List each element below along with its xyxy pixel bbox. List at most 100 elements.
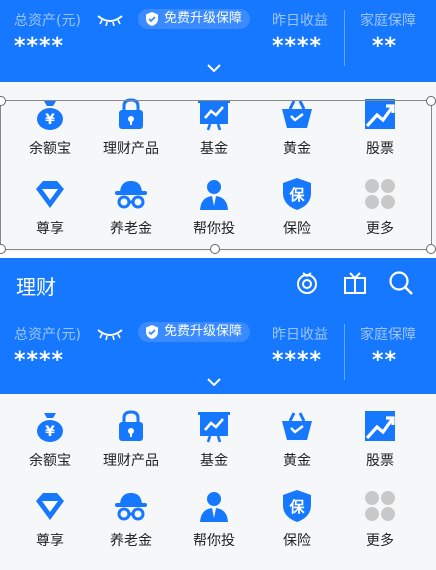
- gift-box-icon[interactable]: [342, 270, 368, 296]
- divider: [344, 324, 345, 380]
- summary-panel: 总资产(元) 免费升级保障 昨日收益 家庭保障 **** **** **: [0, 308, 436, 394]
- grid-item-label: 养老金: [110, 221, 152, 237]
- total-assets-value: ****: [14, 34, 65, 59]
- grid-item-label: 尊享: [36, 533, 64, 549]
- grid-item-hat-glasses[interactable]: 养老金: [89, 176, 173, 254]
- summary-panel-top: 总资产(元) 免费升级保障 昨日收益 家庭保障 **** **** **: [0, 0, 436, 82]
- grid-item-label: 理财产品: [103, 453, 159, 469]
- money-bag-icon: ¥: [8, 96, 92, 132]
- grid-item-label: 更多: [366, 533, 394, 549]
- grid-item-label: 基金: [200, 141, 228, 157]
- chart-board-icon: [172, 408, 256, 444]
- grid-item-chart-board[interactable]: 基金: [172, 408, 256, 486]
- advisor-person-icon: [172, 488, 256, 524]
- yesterday-income-label: 昨日收益: [272, 13, 328, 29]
- grid-item-label: 保险: [283, 533, 311, 549]
- family-protection-label: 家庭保障: [360, 327, 416, 343]
- yesterday-income-value: ****: [272, 34, 323, 59]
- more-dots-icon: [338, 176, 422, 212]
- grid-item-diamond[interactable]: 尊享: [8, 176, 92, 254]
- family-protection-label: 家庭保障: [360, 13, 416, 29]
- grid-item-label: 更多: [366, 221, 394, 237]
- grid-item-label: 余额宝: [29, 453, 71, 469]
- grid-item-trend-up[interactable]: 股票: [338, 408, 422, 486]
- lock-bag-icon: [89, 408, 173, 444]
- page-title: 理财: [16, 275, 56, 299]
- yesterday-income-value: ****: [272, 348, 323, 373]
- family-protection-value: **: [372, 34, 398, 59]
- grid-item-insurance-shield[interactable]: 保保险: [255, 176, 339, 254]
- shield-check-icon: [146, 325, 158, 339]
- grid-item-advisor-person[interactable]: 帮你投: [172, 488, 256, 566]
- selection-handle[interactable]: [426, 96, 436, 106]
- yesterday-income-label: 昨日收益: [272, 327, 328, 343]
- trend-up-icon: [338, 96, 422, 132]
- grid-item-label: 基金: [200, 453, 228, 469]
- svg-text:¥: ¥: [45, 112, 55, 128]
- grid-item-insurance-shield[interactable]: 保保险: [255, 488, 339, 566]
- hat-glasses-icon: [89, 488, 173, 524]
- grid-item-trend-up[interactable]: 股票: [338, 96, 422, 174]
- grid-item-advisor-person[interactable]: 帮你投: [172, 176, 256, 254]
- insurance-shield-icon: 保: [255, 176, 339, 212]
- grid-item-basket[interactable]: 黄金: [255, 96, 339, 174]
- grid-item-label: 养老金: [110, 533, 152, 549]
- function-grid-top: ¥ 余额宝 理财产品 基金 黄金 股票 尊享 养老金 帮你投保保险 更多: [0, 82, 436, 252]
- selection-handle[interactable]: [426, 244, 436, 254]
- grid-item-basket[interactable]: 黄金: [255, 408, 339, 486]
- grid-item-chart-board[interactable]: 基金: [172, 96, 256, 174]
- lock-bag-icon: [89, 96, 173, 132]
- total-assets-value: ****: [14, 348, 65, 373]
- advisor-person-icon: [172, 176, 256, 212]
- search-icon[interactable]: [388, 270, 414, 296]
- shield-check-icon: [146, 12, 158, 26]
- family-protection-value: **: [372, 348, 398, 373]
- upgrade-protection-label: 免费升级保障: [164, 11, 243, 26]
- svg-text:保: 保: [288, 186, 305, 204]
- hide-eye-icon[interactable]: [96, 326, 124, 340]
- grid-item-label: 黄金: [283, 141, 311, 157]
- hide-eye-icon[interactable]: [96, 12, 124, 26]
- divider: [344, 10, 345, 66]
- diamond-icon: [8, 488, 92, 524]
- chart-board-icon: [172, 96, 256, 132]
- grid-item-more-dots[interactable]: 更多: [338, 488, 422, 566]
- svg-text:¥: ¥: [45, 424, 55, 440]
- grid-item-label: 帮你投: [193, 533, 235, 549]
- app-header: 理财: [0, 258, 436, 308]
- upgrade-protection-badge[interactable]: 免费升级保障: [138, 9, 251, 29]
- grid-item-label: 股票: [366, 453, 394, 469]
- grid-item-label: 保险: [283, 221, 311, 237]
- grid-item-hat-glasses[interactable]: 养老金: [89, 488, 173, 566]
- grid-item-money-bag[interactable]: ¥ 余额宝: [8, 408, 92, 486]
- upgrade-protection-badge[interactable]: 免费升级保障: [138, 322, 251, 342]
- selection-handle[interactable]: [0, 244, 6, 254]
- trend-up-icon: [338, 408, 422, 444]
- grid-item-label: 尊享: [36, 221, 64, 237]
- money-bag-icon: ¥: [8, 408, 92, 444]
- grid-item-lock-bag[interactable]: 理财产品: [89, 96, 173, 174]
- hat-glasses-icon: [89, 176, 173, 212]
- grid-item-money-bag[interactable]: ¥ 余额宝: [8, 96, 92, 174]
- total-assets-label: 总资产(元): [14, 327, 81, 343]
- grid-item-label: 帮你投: [193, 221, 235, 237]
- grid-item-label: 理财产品: [103, 141, 159, 157]
- more-dots-icon: [338, 488, 422, 524]
- total-assets-label: 总资产(元): [14, 13, 81, 29]
- chevron-down-icon[interactable]: [207, 64, 221, 72]
- function-grid: ¥ 余额宝 理财产品 基金 黄金 股票 尊享 养老金 帮你投保保险 更多: [0, 394, 436, 570]
- basket-icon: [255, 96, 339, 132]
- grid-item-label: 余额宝: [29, 141, 71, 157]
- insurance-shield-icon: 保: [255, 488, 339, 524]
- chevron-down-icon[interactable]: [207, 378, 221, 386]
- selection-handle[interactable]: [210, 244, 220, 254]
- grid-item-label: 黄金: [283, 453, 311, 469]
- reward-medal-icon[interactable]: [294, 270, 320, 296]
- grid-item-diamond[interactable]: 尊享: [8, 488, 92, 566]
- grid-item-label: 股票: [366, 141, 394, 157]
- upgrade-protection-label: 免费升级保障: [164, 324, 243, 339]
- grid-item-lock-bag[interactable]: 理财产品: [89, 408, 173, 486]
- svg-text:保: 保: [288, 498, 305, 516]
- grid-item-more-dots[interactable]: 更多: [338, 176, 422, 254]
- basket-icon: [255, 408, 339, 444]
